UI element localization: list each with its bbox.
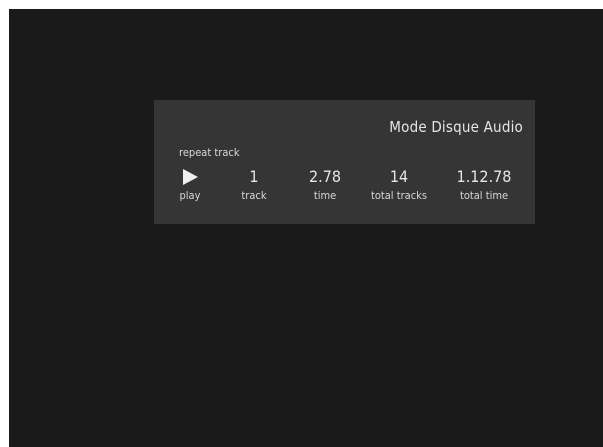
play-status[interactable]: play [158,168,222,202]
mode-title: Mode Disque Audio [389,118,523,136]
total-tracks-label: total tracks [370,189,428,202]
total-time-stat: 1.12.78 total time [444,167,524,203]
track-stat: 1 track [214,167,294,203]
play-label: play [179,189,201,202]
repeat-mode-label: repeat track [179,146,240,159]
total-tracks-value: 14 [389,167,409,186]
total-tracks-stat: 14 total tracks [359,167,439,203]
player-screen: Mode Disque Audio repeat track play 1 tr… [9,9,603,447]
total-time-label: total time [459,189,509,202]
play-icon [158,168,222,186]
playback-stats: play 1 track 2.78 time 14 total tracks 1… [154,168,535,208]
time-label: time [313,189,337,202]
audio-disc-panel: Mode Disque Audio repeat track play 1 tr… [154,100,535,224]
time-value: 2.78 [308,167,342,186]
track-label: track [241,189,267,202]
track-value: 1 [249,167,259,186]
time-stat: 2.78 time [285,167,365,203]
total-time-value: 1.12.78 [456,167,512,186]
